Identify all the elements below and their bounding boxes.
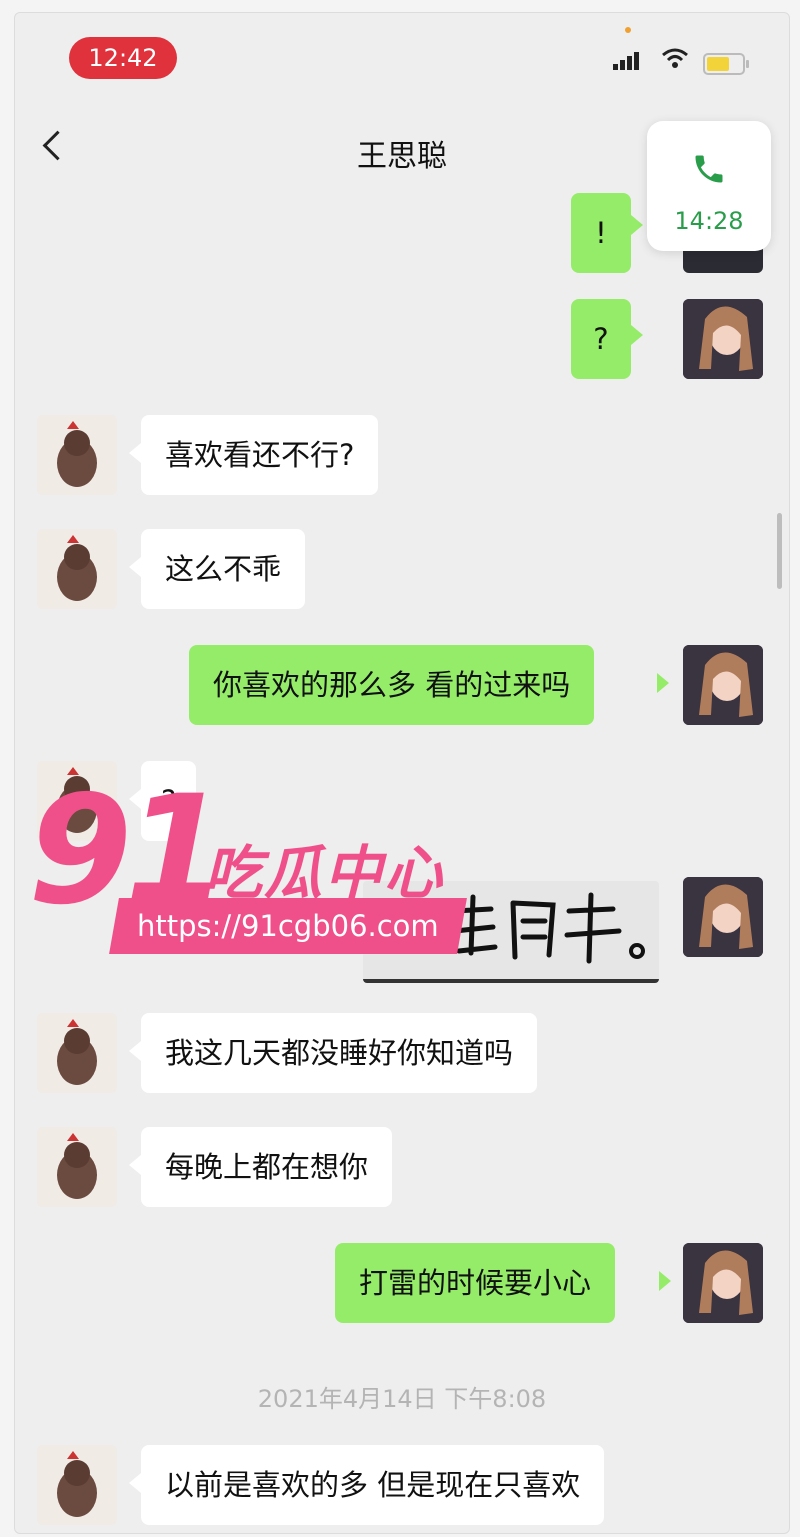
- contact-avatar[interactable]: [37, 1445, 117, 1525]
- contact-avatar[interactable]: [37, 1013, 117, 1093]
- battery-icon: [703, 53, 749, 75]
- message-bubble-in[interactable]: 我这几天都没睡好你知道吗: [141, 1013, 538, 1093]
- my-avatar[interactable]: [683, 299, 763, 379]
- my-avatar[interactable]: [683, 1243, 763, 1323]
- contact-avatar[interactable]: [37, 415, 117, 495]
- watermark: 91 吃瓜中心 https://91cgb06.com: [14, 764, 504, 958]
- message-bubble-in[interactable]: 每晚上都在想你: [141, 1127, 393, 1207]
- status-time: 12:42: [69, 37, 177, 79]
- contact-avatar[interactable]: [37, 1127, 117, 1207]
- message-bubble-out[interactable]: ?: [571, 299, 631, 379]
- my-avatar[interactable]: [683, 877, 763, 957]
- watermark-url: https://91cgb06.com: [109, 898, 467, 954]
- status-bar: 12:42: [15, 13, 789, 93]
- call-floating-window[interactable]: 14:28: [647, 121, 771, 251]
- message-timestamp: 2021年4月14日 下午8:08: [257, 1385, 547, 1413]
- message-bubble-in[interactable]: 这么不乖: [141, 529, 306, 609]
- phone-icon: [695, 155, 723, 183]
- contact-avatar[interactable]: [37, 529, 117, 609]
- call-duration: 14:28: [674, 207, 744, 235]
- message-bubble-out[interactable]: !: [571, 193, 631, 273]
- message-bubble-in[interactable]: 喜欢看还不行?: [141, 415, 379, 495]
- cellular-signal-icon: [613, 51, 641, 70]
- my-avatar[interactable]: [683, 645, 763, 725]
- scrollbar[interactable]: [777, 513, 782, 589]
- message-bubble-out[interactable]: 打雷的时候要小心: [335, 1243, 616, 1323]
- message-bubble-out[interactable]: 你喜欢的那么多 看的过来吗: [189, 645, 595, 725]
- message-bubble-in[interactable]: 以前是喜欢的多 但是现在只喜欢: [141, 1445, 605, 1525]
- wifi-icon: [662, 48, 688, 68]
- privacy-indicator-icon: [625, 27, 631, 33]
